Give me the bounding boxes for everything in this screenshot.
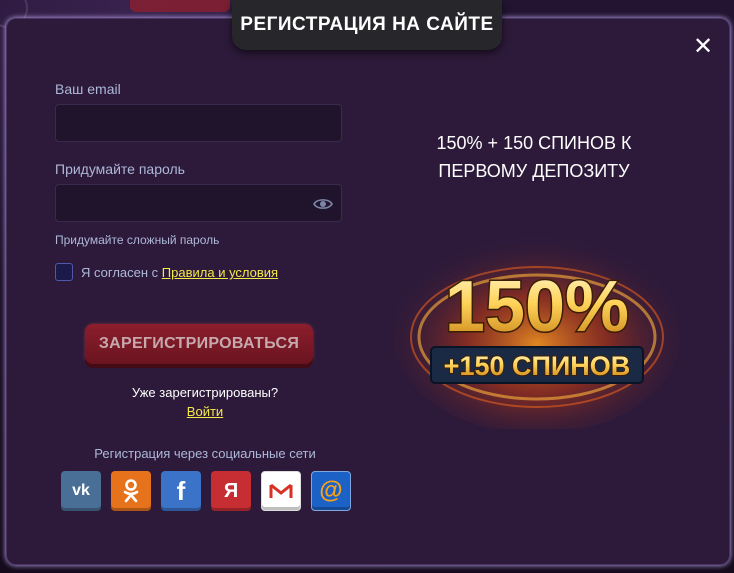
terms-agreement: Я согласен с Правила и условия <box>81 265 278 280</box>
password-hint: Придумайте сложный пароль <box>55 233 220 247</box>
facebook-icon: f <box>176 475 186 506</box>
terms-link[interactable]: Правила и условия <box>162 265 278 280</box>
terms-checkbox[interactable] <box>55 263 73 281</box>
bonus-banner-main-text: 150% <box>445 267 629 347</box>
facebook-button[interactable]: f <box>161 471 201 511</box>
gmail-button[interactable] <box>261 471 301 511</box>
social-title: Регистрация через социальные сети <box>94 446 316 461</box>
login-link[interactable]: Войти <box>7 404 403 419</box>
modal-title: РЕГИСТРАЦИЯ НА САЙТЕ <box>232 0 502 50</box>
gmail-icon <box>269 483 293 498</box>
vk-icon: vk <box>72 482 90 499</box>
terms-agreement-text: Я согласен с <box>81 265 159 280</box>
password-input[interactable] <box>55 184 342 222</box>
yandex-button[interactable]: Я <box>211 471 251 511</box>
close-icon[interactable]: ✕ <box>691 35 715 59</box>
promo-text: 150% + 150 СПИНОВ К ПЕРВОМУ ДЕПОЗИТУ <box>436 133 632 181</box>
background-button <box>130 0 230 12</box>
already-registered-text: Уже зарегистрированы? <box>131 385 279 400</box>
mailru-icon: @ <box>319 477 343 504</box>
bonus-banner-sub-text: +150 СПИНОВ <box>444 351 631 381</box>
eye-icon[interactable] <box>313 196 333 212</box>
email-label: Ваш email <box>55 81 121 97</box>
mailru-button[interactable]: @ <box>311 471 351 511</box>
password-label: Придумайте пароль <box>55 161 185 177</box>
vk-button[interactable]: vk <box>61 471 101 511</box>
registration-modal: ✕ Ваш email Придумайте пароль Придумайте… <box>6 18 730 565</box>
register-button[interactable]: ЗАРЕГИСТРИРОВАТЬСЯ <box>85 324 313 364</box>
odnoklassniki-icon <box>123 479 139 503</box>
email-input[interactable] <box>55 104 342 142</box>
yandex-icon: Я <box>223 479 239 502</box>
bonus-banner-image: 150% +150 СПИНОВ <box>393 234 681 429</box>
odnoklassniki-button[interactable] <box>111 471 151 511</box>
